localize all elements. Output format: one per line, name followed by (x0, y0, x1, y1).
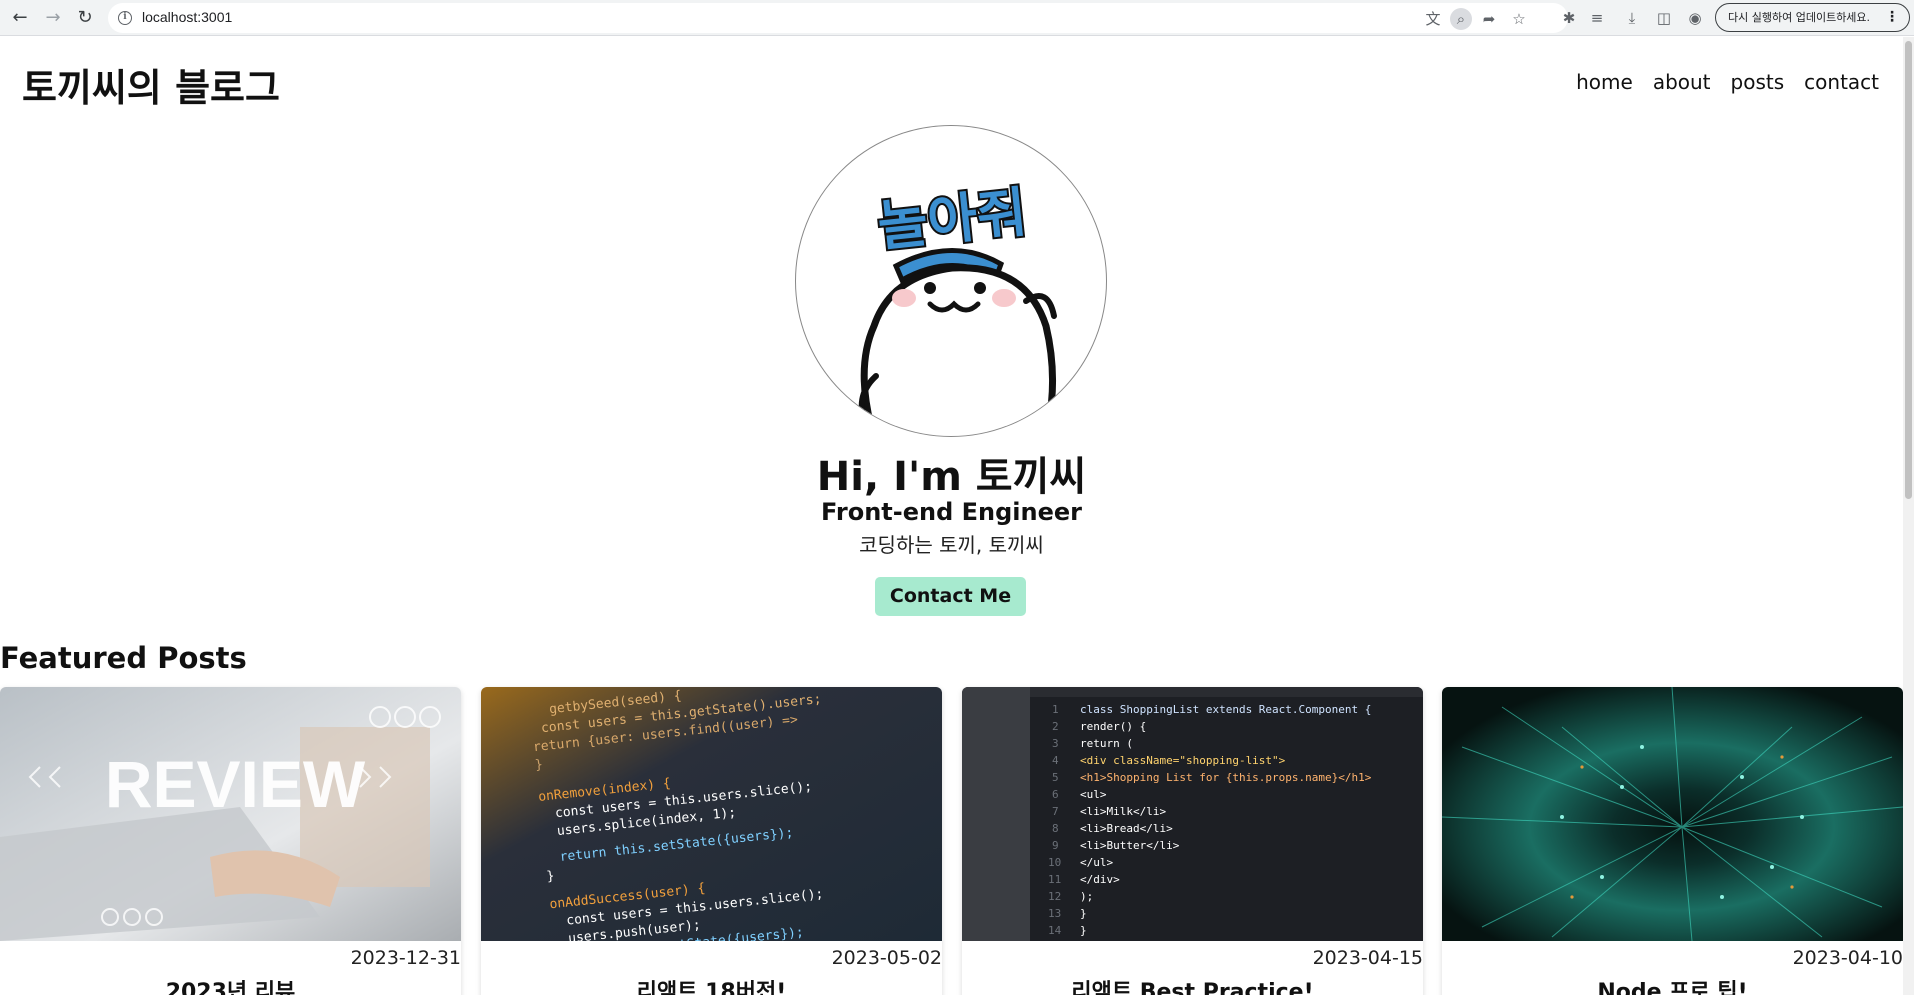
svg-text:6: 6 (1052, 788, 1059, 801)
post-title[interactable]: Node 프로 팁! (1442, 974, 1903, 995)
svg-text:5: 5 (1052, 771, 1059, 784)
nav-posts-link[interactable]: posts (1731, 70, 1785, 94)
code-line: <div className="shopping-list"> (1080, 754, 1286, 767)
svg-text:1: 1 (1052, 703, 1059, 716)
svg-text:14: 14 (1048, 924, 1062, 937)
post-card[interactable]: getbySeed(seed) { const users = this.get… (481, 687, 942, 995)
translate-icon[interactable]: 文 (1422, 8, 1444, 30)
code-line: return ( (1080, 737, 1133, 750)
download-icon[interactable]: ⤓ (1621, 7, 1643, 29)
code-image-2: 1234 5678 9101112 1314 class ShoppingLis… (962, 687, 1423, 941)
profile-icon[interactable]: ◉ (1684, 7, 1706, 29)
nav-contact-link[interactable]: contact (1804, 70, 1879, 94)
post-thumbnail-react-code: 1234 5678 9 10 11 12 13 14 class ShoppingLis… (962, 687, 1423, 941)
scrollbar-thumb[interactable] (1905, 41, 1912, 499)
avatar-sign-text: 놀아줘 (875, 180, 1030, 258)
site-nav: home about posts contact (1576, 70, 1879, 94)
post-thumbnail-code: getbySeed(seed) { const users = this.get… (481, 687, 942, 941)
zoom-icon[interactable]: ⌕ (1450, 8, 1472, 30)
browser-toolbar: ← → ↻ i localhost:3001 文 ⌕ ➦ ☆ ✱ ≡ ⤓ ◫ ◉… (0, 0, 1914, 36)
share-icon[interactable]: ➦ (1478, 8, 1500, 30)
code-line: } (1080, 924, 1087, 937)
bookmark-star-icon[interactable]: ☆ (1508, 8, 1530, 30)
code-line: ); (1080, 890, 1093, 903)
hero-subheading: Front-end Engineer (821, 498, 1082, 526)
svg-text:3: 3 (1052, 737, 1059, 750)
post-title[interactable]: 리액트 18버전! (481, 974, 942, 995)
code-line: <li>Milk</li> (1080, 805, 1166, 818)
review-image: REVIEW (0, 687, 461, 941)
code-image-1: getbySeed(seed) { const users = this.get… (481, 687, 942, 941)
post-card[interactable]: 1234 5678 9 10 11 12 13 14 class ShoppingLis… (962, 687, 1423, 995)
code-line: <li>Bread</li> (1080, 822, 1173, 835)
code-line: } (534, 757, 543, 773)
code-line: </ul> (1080, 856, 1113, 869)
featured-posts-grid: REVIEW 2023-12-31 2023년 리뷰 getbySeed(see… (0, 687, 1903, 995)
profile-avatar: 놀아줘 (795, 125, 1107, 437)
reload-icon[interactable]: ↻ (74, 7, 96, 29)
avatar-illustration: 놀아줘 (858, 178, 1057, 430)
code-line: } (546, 869, 555, 885)
code-line: render() { (1080, 720, 1146, 733)
hero-description: 코딩하는 토끼, 토끼씨 (859, 533, 1044, 557)
svg-text:7: 7 (1052, 805, 1059, 818)
post-date: 2023-12-31 (350, 947, 461, 969)
svg-text:11: 11 (1048, 873, 1061, 886)
update-button[interactable]: 다시 실행하여 업데이트하세요. ⋮ (1715, 3, 1910, 32)
network-image (1442, 687, 1903, 941)
post-thumbnail-network (1442, 687, 1903, 941)
address-bar[interactable]: i localhost:3001 文 ⌕ ➦ ☆ (108, 3, 1568, 33)
forward-icon[interactable]: → (42, 7, 64, 29)
svg-text:12: 12 (1048, 890, 1061, 903)
extensions-icon[interactable]: ✱ (1558, 7, 1580, 29)
side-panel-icon[interactable]: ◫ (1653, 7, 1675, 29)
code-line: </div> (1080, 873, 1120, 886)
contact-me-button[interactable]: Contact Me (875, 577, 1026, 616)
svg-text:10: 10 (1048, 856, 1061, 869)
nav-home-link[interactable]: home (1576, 70, 1633, 94)
post-date: 2023-05-02 (831, 947, 942, 969)
svg-text:9: 9 (1052, 839, 1059, 852)
code-line: } (1080, 907, 1087, 920)
post-card[interactable]: 2023-04-10 Node 프로 팁! (1442, 687, 1903, 995)
menu-icon[interactable]: ⋮ (1885, 4, 1899, 31)
post-title[interactable]: 리액트 Best Practice! (962, 974, 1423, 995)
back-icon[interactable]: ← (9, 7, 31, 29)
post-thumbnail-review: REVIEW (0, 687, 461, 941)
code-line: class ShoppingList extends React.Compone… (1080, 703, 1371, 716)
code-line: <ul> (1080, 788, 1107, 801)
reading-list-icon[interactable]: ≡ (1586, 7, 1608, 29)
code-line: <h1>Shopping List for {this.props.name}<… (1080, 771, 1372, 784)
svg-text:2: 2 (1052, 720, 1059, 733)
site-info-icon[interactable]: i (118, 11, 132, 25)
hero-heading: Hi, I'm 토끼씨 (816, 454, 1087, 500)
update-button-label: 다시 실행하여 업데이트하세요. (1728, 11, 1871, 24)
svg-text:4: 4 (1052, 754, 1059, 767)
site-title[interactable]: 토끼씨의 블로그 (22, 57, 280, 112)
post-date: 2023-04-10 (1792, 947, 1903, 969)
post-card[interactable]: REVIEW 2023-12-31 2023년 리뷰 (0, 687, 461, 995)
svg-text:8: 8 (1052, 822, 1059, 835)
code-line: <li>Butter</li> (1080, 839, 1180, 852)
address-url[interactable]: localhost:3001 (142, 9, 232, 25)
post-date: 2023-04-15 (1312, 947, 1423, 969)
page-scrollbar[interactable] (1903, 37, 1914, 995)
featured-posts-title: Featured Posts (0, 641, 247, 675)
nav-about-link[interactable]: about (1653, 70, 1711, 94)
post-title[interactable]: 2023년 리뷰 (0, 974, 461, 995)
review-image-text: REVIEW (105, 747, 366, 821)
svg-text:13: 13 (1048, 907, 1061, 920)
blog-page: 토끼씨의 블로그 home about posts contact 놀아줘 Hi… (0, 37, 1903, 995)
